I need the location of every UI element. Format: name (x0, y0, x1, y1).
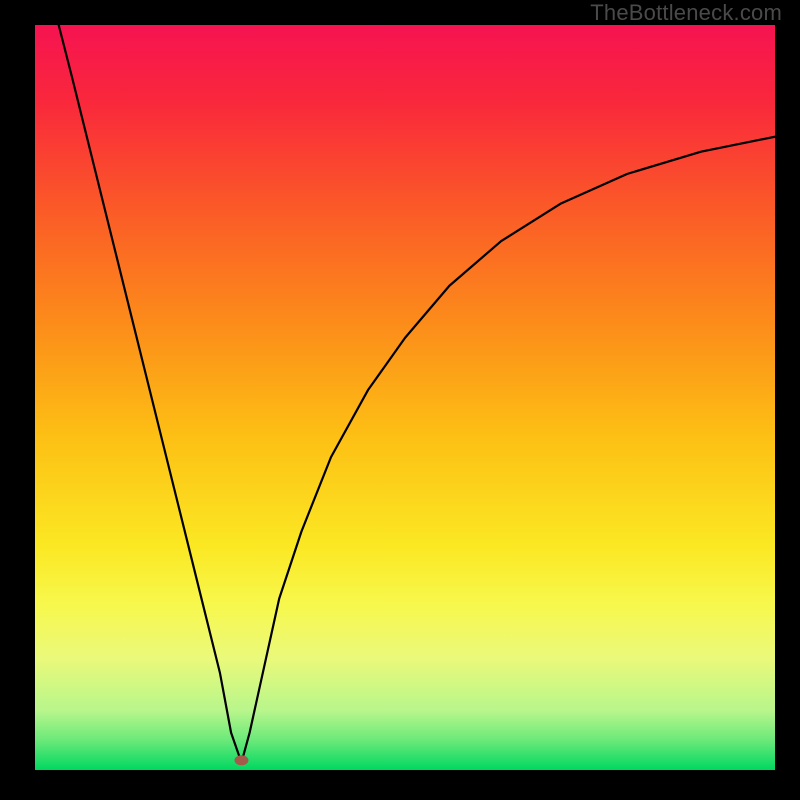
plot-area (35, 25, 775, 770)
optimal-point-marker (234, 755, 248, 765)
bottleneck-chart (35, 25, 775, 770)
watermark-text: TheBottleneck.com (590, 0, 782, 26)
chart-frame: TheBottleneck.com (0, 0, 800, 800)
gradient-rect (35, 25, 775, 770)
